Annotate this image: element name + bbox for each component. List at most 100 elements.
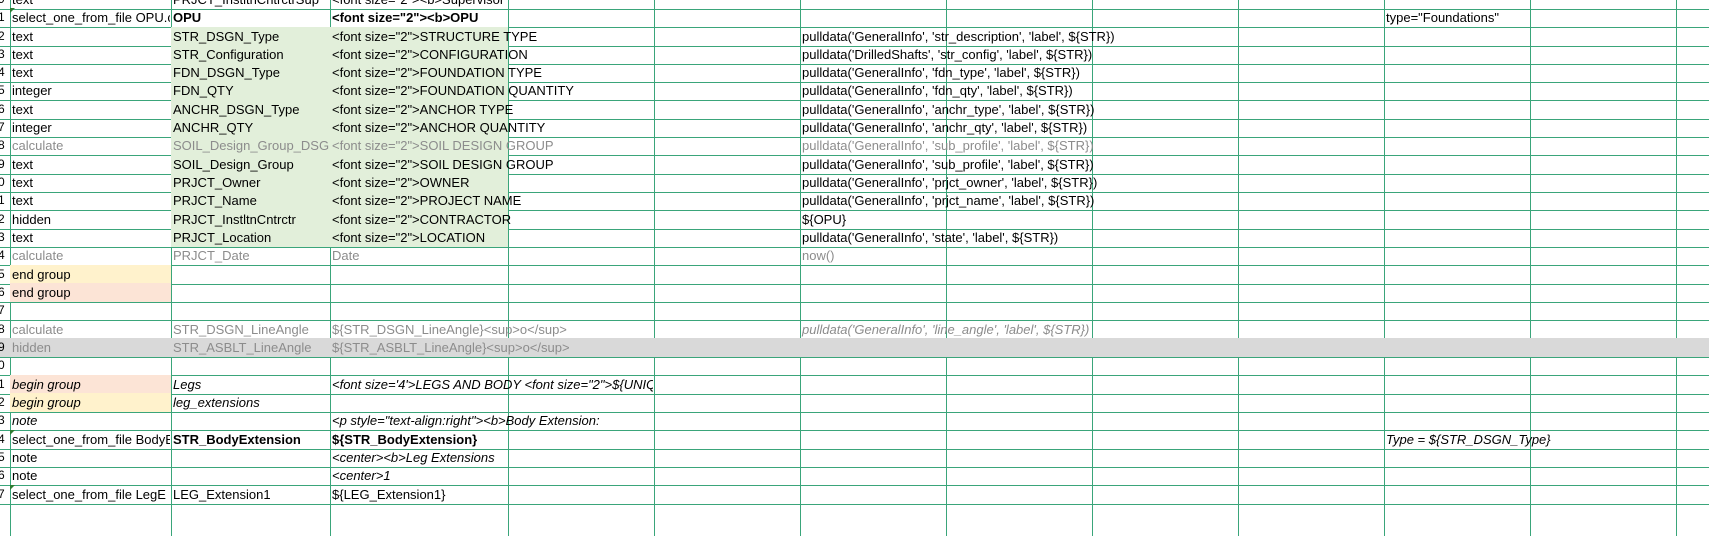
sheet-row[interactable]: 9 hidden STR_ASBLT_LineAngle ${STR_ASBLT_Li… [0, 338, 1709, 358]
sheet-row[interactable]: 2 hidden PRJCT_InstltnCntrctr <font size="2… [0, 210, 1709, 230]
cell-col-d[interactable] [800, 485, 1380, 504]
cell-col-b[interactable]: FDN_QTY [171, 81, 330, 100]
cell-col-b[interactable]: ANCHR_QTY [171, 118, 330, 137]
cell-col-a[interactable]: text [10, 63, 170, 82]
sheet-row[interactable]: 0 [0, 356, 1709, 376]
cell-col-a[interactable]: calculate [10, 246, 170, 265]
sheet-row[interactable]: 2 text STR_DSGN_Type <font size="2">STRUCTU… [0, 27, 1709, 47]
sheet-row[interactable]: 8 calculate SOIL_Design_Group_DSGN <font si… [0, 136, 1709, 156]
cell-col-b[interactable] [171, 301, 329, 320]
cell-col-a[interactable]: calculate [10, 320, 170, 339]
cell-col-a[interactable]: text [10, 27, 170, 46]
cell-col-c[interactable]: <font size="2">CONTRACTOR [330, 210, 511, 229]
cell-col-b[interactable]: OPU [171, 8, 329, 27]
cell-col-a[interactable]: select_one_from_file BodyE [10, 430, 170, 449]
cell-col-b[interactable]: STR_BodyExtension [171, 430, 329, 449]
cell-col-e[interactable] [1384, 63, 1564, 82]
cell-col-b[interactable]: STR_Configuration [171, 45, 330, 64]
sheet-row[interactable]: 6 end group [0, 283, 1709, 303]
cell-col-d[interactable]: now() [800, 246, 1380, 265]
cell-col-c[interactable] [330, 393, 654, 412]
cell-col-c[interactable] [330, 265, 654, 284]
cell-col-c[interactable]: <font size="2">LOCATION [330, 228, 508, 247]
cell-col-e[interactable] [1384, 393, 1564, 412]
cell-col-b[interactable]: PRJCT_Date [171, 246, 329, 265]
sheet-row[interactable]: 6 text ANCHR_DSGN_Type <font size="2">ANCHO… [0, 100, 1709, 120]
cell-col-b[interactable]: PRJCT_Name [171, 191, 330, 210]
cell-col-a[interactable]: end group [10, 283, 171, 302]
cell-col-a[interactable]: note [10, 448, 170, 467]
cell-col-e[interactable] [1384, 118, 1564, 137]
cell-col-a[interactable]: hidden [10, 210, 170, 229]
cell-col-d[interactable]: pulldata('GeneralInfo', 'prjct_name', 'l… [800, 191, 1380, 210]
cell-col-c[interactable]: ${STR_ASBLT_LineAngle}<sup>o</sup> [330, 338, 654, 357]
cell-col-e[interactable] [1384, 283, 1564, 302]
cell-col-b[interactable]: FDN_DSGN_Type [171, 63, 330, 82]
spreadsheet-grid[interactable]: 9textPRJCT_InstltnCntrctrSup<font size="… [0, 0, 1709, 536]
cell-col-d[interactable] [800, 466, 1380, 485]
cell-col-b[interactable]: PRJCT_InstltnCntrctr [171, 210, 330, 229]
cell-col-e[interactable]: type="Foundations" [1384, 8, 1564, 27]
sheet-row[interactable]: 1 text PRJCT_Name <font size="2">PROJECT NA… [0, 191, 1709, 211]
cell-col-a[interactable]: select_one_from_file LegE [10, 485, 170, 504]
cell-col-c[interactable]: <font size="2">SOIL DESIGN GROUP [330, 136, 554, 155]
cell-col-d[interactable]: pulldata('GeneralInfo', 'anchr_qty', 'la… [800, 118, 1380, 137]
cell-col-c[interactable]: <font size="2">STRUCTURE TYPE [330, 27, 537, 46]
cell-col-b[interactable]: PRJCT_Location [171, 228, 330, 247]
cell-col-d[interactable] [800, 411, 1380, 430]
cell-col-c[interactable]: Date [330, 246, 654, 265]
cell-col-d[interactable] [800, 356, 1380, 375]
cell-col-a[interactable]: text [10, 191, 170, 210]
cell-col-e[interactable] [1384, 448, 1564, 467]
sheet-row[interactable]: 0 text PRJCT_Owner <font size="2">OWNER pull… [0, 173, 1709, 193]
cell-col-e[interactable] [1384, 411, 1564, 430]
cell-col-b[interactable]: STR_ASBLT_LineAngle [171, 338, 329, 357]
sheet-row[interactable]: 9 text SOIL_Design_Group <font size="2">SOI… [0, 155, 1709, 175]
cell-col-c[interactable]: <font size="2"><b>OPU [330, 8, 654, 27]
cell-col-e[interactable] [1384, 173, 1564, 192]
sheet-row[interactable]: 5 integer FDN_QTY <font size="2">FOUNDATION… [0, 81, 1709, 101]
cell-col-a[interactable]: text [10, 45, 170, 64]
cell-col-a[interactable]: end group [10, 265, 171, 284]
cell-col-e[interactable] [1384, 466, 1564, 485]
cell-col-e[interactable] [1384, 375, 1564, 394]
cell-col-d[interactable] [800, 338, 1380, 357]
cell-col-b[interactable]: SOIL_Design_Group_DSGN [171, 136, 338, 155]
cell-col-b[interactable]: STR_DSGN_Type [171, 27, 330, 46]
cell-col-a[interactable]: integer [10, 118, 170, 137]
cell-col-c[interactable]: <font size="2">CONFIGURATION [330, 45, 528, 64]
cell-col-e[interactable]: Type = ${STR_DSGN_Type} [1384, 430, 1564, 449]
cell-col-b[interactable] [171, 466, 329, 485]
cell-col-e[interactable] [1384, 100, 1564, 119]
sheet-row[interactable]: 3 note <p style="text-align:right"><b>Body… [0, 411, 1709, 431]
cell-col-b[interactable]: Legs [171, 375, 329, 394]
cell-col-b[interactable]: LEG_Extension1 [171, 485, 329, 504]
cell-col-d[interactable]: pulldata('GeneralInfo', 'sub_profile', '… [800, 155, 1380, 174]
cell-col-c[interactable]: <font size="2">ANCHOR TYPE [330, 100, 513, 119]
cell-col-d[interactable] [800, 375, 1380, 394]
cell-col-b[interactable] [171, 283, 329, 302]
cell-col-c[interactable]: ${STR_BodyExtension} [330, 430, 654, 449]
sheet-row[interactable]: 4 select_one_from_file BodyE STR_BodyExten… [0, 430, 1709, 450]
cell-col-a[interactable]: note [10, 411, 170, 430]
cell-col-c[interactable] [330, 283, 654, 302]
sheet-row[interactable]: 7 [0, 301, 1709, 321]
cell-col-c[interactable]: <font size="2">PROJECT NAME [330, 191, 521, 210]
sheet-row[interactable]: 5 end group [0, 265, 1709, 285]
cell-col-e[interactable] [1384, 485, 1564, 504]
sheet-row[interactable]: 1 begin group Legs <font size='4'>LEGS AND … [0, 375, 1709, 395]
sheet-row[interactable]: 7 select_one_from_file LegE LEG_Extension1… [0, 485, 1709, 505]
cell-col-e[interactable] [1384, 191, 1564, 210]
cell-col-c[interactable]: <center><b>Leg Extensions [330, 448, 654, 467]
cell-col-b[interactable] [171, 411, 329, 430]
cell-col-e[interactable] [1384, 136, 1564, 155]
cell-col-e[interactable] [1384, 320, 1564, 339]
cell-col-a[interactable]: integer [10, 81, 170, 100]
cell-col-e[interactable] [1384, 155, 1564, 174]
cell-col-a[interactable]: text [10, 100, 170, 119]
cell-col-e[interactable] [1384, 265, 1564, 284]
cell-col-a[interactable]: select_one_from_file OPU.c [10, 8, 170, 27]
cell-col-e[interactable] [1384, 338, 1564, 357]
cell-col-c[interactable]: ${LEG_Extension1} [330, 485, 654, 504]
cell-col-b[interactable]: leg_extensions [171, 393, 329, 412]
